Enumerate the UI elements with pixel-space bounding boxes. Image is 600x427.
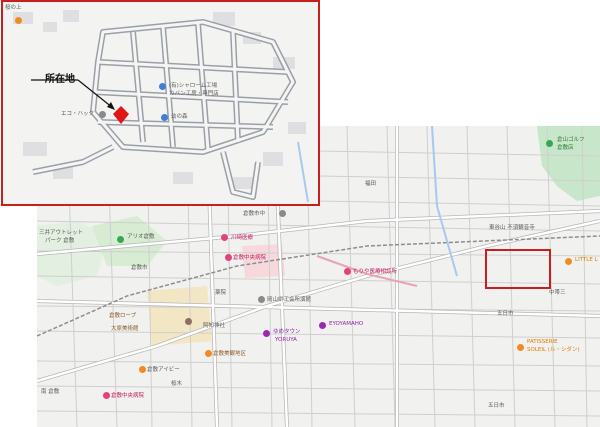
nakasho-label: 中帯三 (549, 290, 566, 296)
kurashiki-minami-label: 倉敷市中 (243, 211, 266, 217)
shop-icon-inset[interactable] (159, 83, 166, 90)
gotoh-label: 五日市 (488, 403, 505, 409)
achi-label: 阿知神社 (203, 323, 226, 329)
art-label: 倉敷美観地区 (213, 351, 247, 357)
taxi-label: 倉敷ロープ (109, 313, 137, 319)
kawasaki-label: 川崎医療 (231, 235, 254, 241)
nursery-label: 幼の森 (171, 114, 188, 120)
location-label: 所在地 (45, 74, 75, 85)
inset-map[interactable]: 所在地 桜の上 (有)シャローム工場 カバン工房・専門店 幼の森 エコ・ハック (1, 0, 320, 206)
food-icon-3[interactable] (565, 258, 572, 265)
golf-label: 倉山ゴルフ (557, 137, 585, 143)
mizushima-label: もりや医療相談所 (353, 269, 398, 275)
fukuda-label: 福田 (365, 181, 377, 187)
ario-label: アリオ倉敷 (127, 234, 155, 240)
hospital-icon-3[interactable] (344, 268, 351, 275)
patisserie-label: PATISSERIE (527, 339, 558, 345)
hospital-icon-4[interactable] (103, 392, 110, 399)
food-icon-4[interactable] (517, 344, 524, 351)
gochome-label: 五日市 (497, 311, 514, 317)
outlet-label: 三井アウトレット (39, 230, 84, 236)
food-icon[interactable] (205, 350, 212, 357)
station-label: 倉敷市 (131, 265, 148, 271)
hiyoshi-label: 東谷山 不須観音寺 (489, 225, 535, 231)
inset-top-left-label: 桜の上 (5, 5, 22, 11)
eco-shop-icon[interactable] (99, 111, 106, 118)
hospital-icon-2[interactable] (225, 254, 232, 261)
museum-icon[interactable] (185, 318, 192, 325)
hospital-icon[interactable] (221, 234, 228, 241)
shop-sub-label: カバン工房・専門店 (169, 91, 219, 97)
yakuin-label: 薬院 (215, 290, 227, 296)
little-l-label: LITTLE L (575, 257, 598, 263)
ivy-label: 倉敷アイビー (147, 367, 180, 373)
golf-icon[interactable] (546, 140, 553, 147)
ohara-label: 大原美術館 (111, 326, 139, 332)
youme-label: ゆめタウン (273, 329, 301, 335)
eyoyamaho-label: EYOYAMAHO (329, 321, 364, 327)
shop-name-label: (有)シャローム工場 (169, 83, 218, 89)
building-icon[interactable] (258, 296, 265, 303)
food-icon-2[interactable] (139, 366, 146, 373)
outlet-label-2: パーク 倉敷 (45, 238, 75, 244)
eco-shop-label: エコ・ハック (61, 111, 95, 117)
food-icon-inset[interactable] (15, 17, 22, 24)
target-area-box (485, 249, 551, 289)
blank-area (320, 0, 600, 126)
patisserie-sub-label: SOLEIL (ル・シダン) (527, 347, 580, 353)
sakura-label: 桜木 (171, 381, 183, 387)
golf-sub-label: 倉敷店 (557, 145, 574, 151)
place-icon[interactable] (279, 210, 286, 217)
commercial-label: 岡山県工会所演館 (267, 297, 312, 303)
lower-left-label: 南 倉敷 (41, 389, 60, 395)
shop-icon-2[interactable] (319, 322, 326, 329)
lower-left-hospital-label: 倉敷中央病院 (111, 393, 145, 399)
youme-sub-label: YORUYA (275, 337, 297, 343)
inset-roads (13, 10, 309, 203)
shop-icon[interactable] (263, 330, 270, 337)
nursery-icon[interactable] (161, 114, 168, 121)
kurashiki-central-label: 倉敷中央病院 (233, 255, 267, 261)
shopping-icon[interactable] (117, 236, 124, 243)
